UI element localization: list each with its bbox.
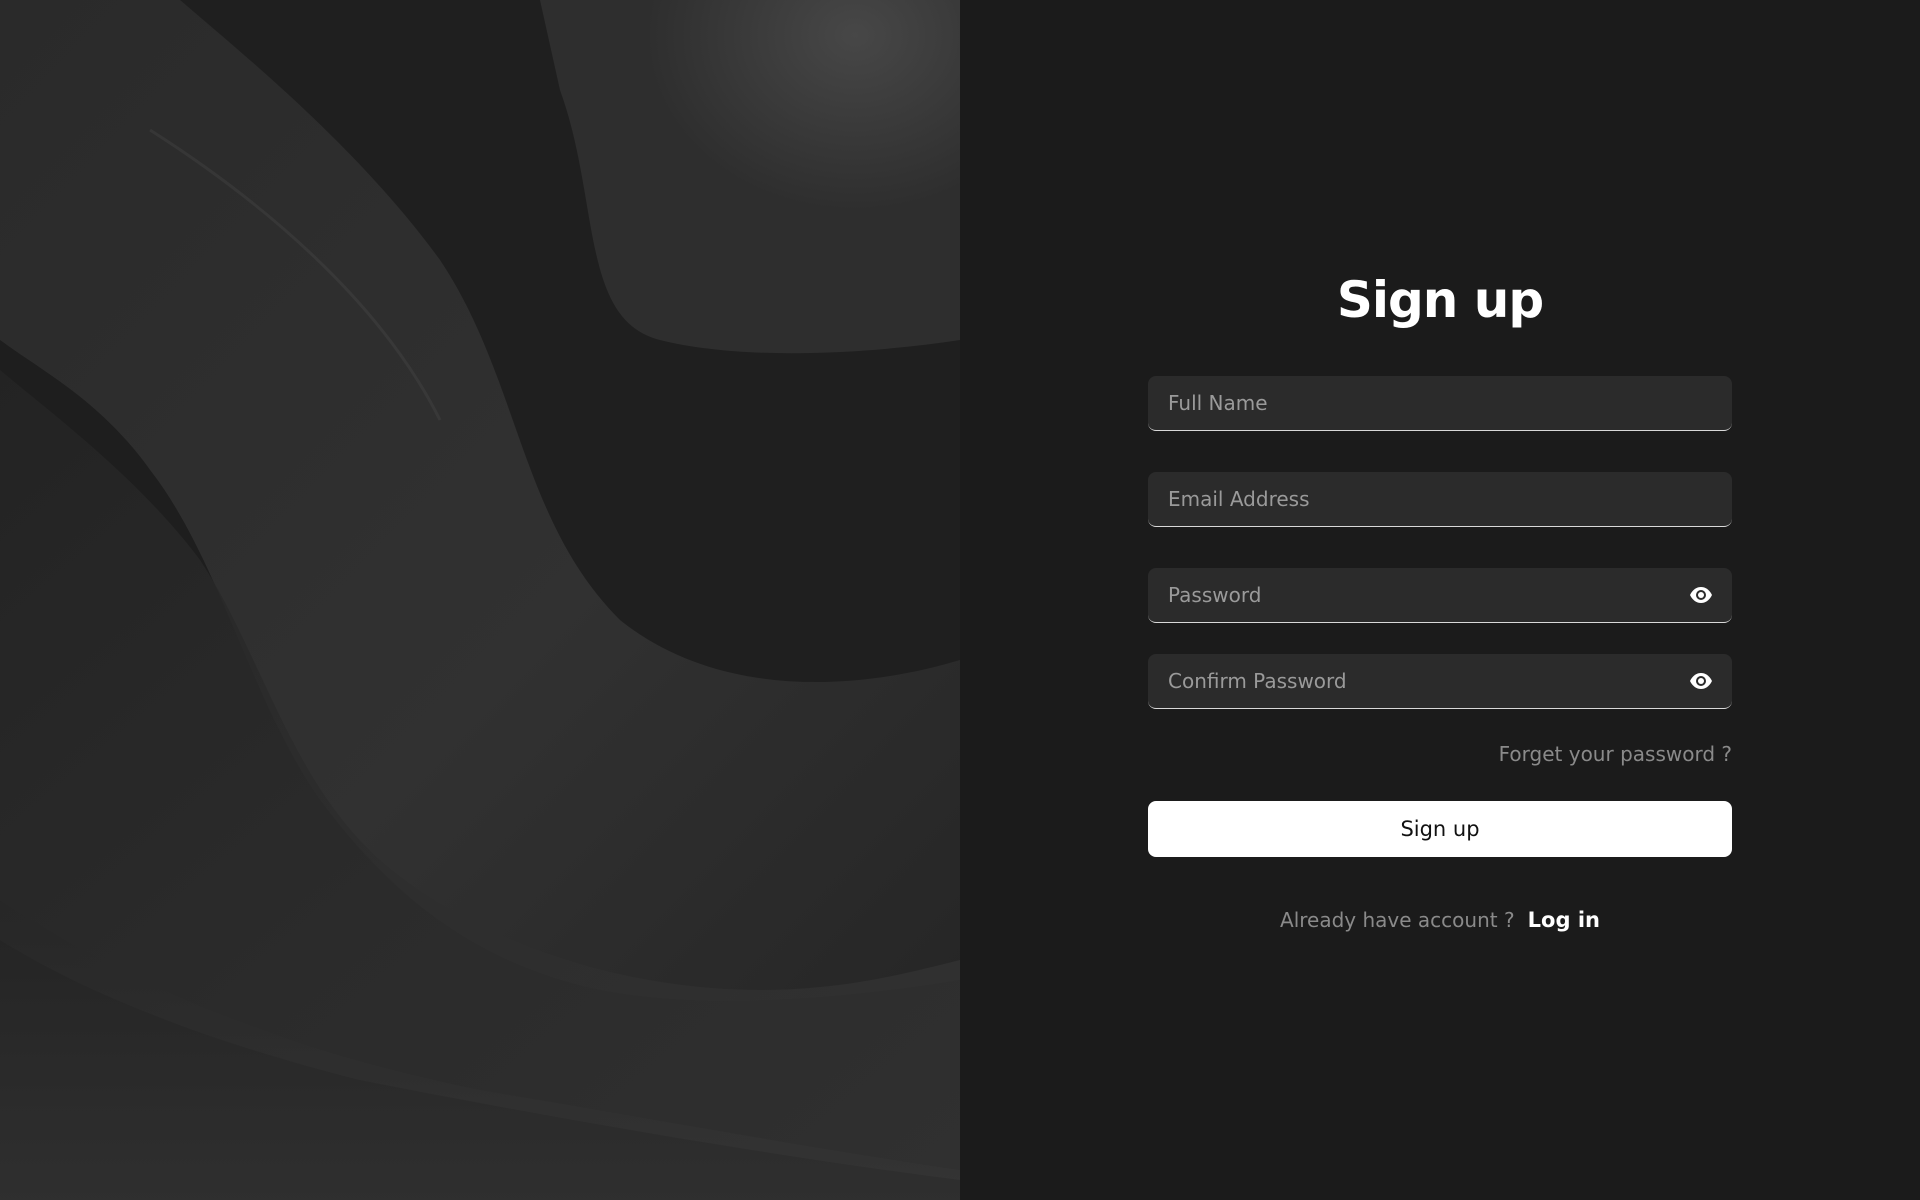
confirm-password-input[interactable] xyxy=(1148,654,1732,708)
eye-icon[interactable] xyxy=(1688,668,1714,694)
full-name-input[interactable] xyxy=(1148,376,1732,430)
email-field xyxy=(1148,472,1732,527)
forgot-password-link[interactable]: Forget your password ? xyxy=(1499,742,1732,766)
sign-up-button[interactable]: Sign up xyxy=(1148,801,1732,857)
password-field xyxy=(1148,568,1732,623)
forgot-password-row: Forget your password ? xyxy=(1148,739,1732,769)
form-panel: Sign up Full Name Email Address Forget y… xyxy=(960,0,1920,1200)
abstract-waves-artwork xyxy=(0,0,960,1200)
login-prompt: Already have account ? xyxy=(1280,908,1515,932)
login-row: Already have account ? Log in xyxy=(1148,905,1732,935)
email-input[interactable] xyxy=(1148,472,1732,526)
full-name-field xyxy=(1148,376,1732,431)
eye-icon[interactable] xyxy=(1688,582,1714,608)
signup-page: Sign up Full Name Email Address Forget y… xyxy=(0,0,1920,1200)
page-title: Sign up xyxy=(1336,271,1544,329)
signup-form: Sign up Full Name Email Address Forget y… xyxy=(1148,262,1732,935)
log-in-link[interactable]: Log in xyxy=(1528,908,1600,932)
hero-artwork xyxy=(0,0,960,1200)
confirm-password-field xyxy=(1148,654,1732,709)
password-input[interactable] xyxy=(1148,568,1732,622)
